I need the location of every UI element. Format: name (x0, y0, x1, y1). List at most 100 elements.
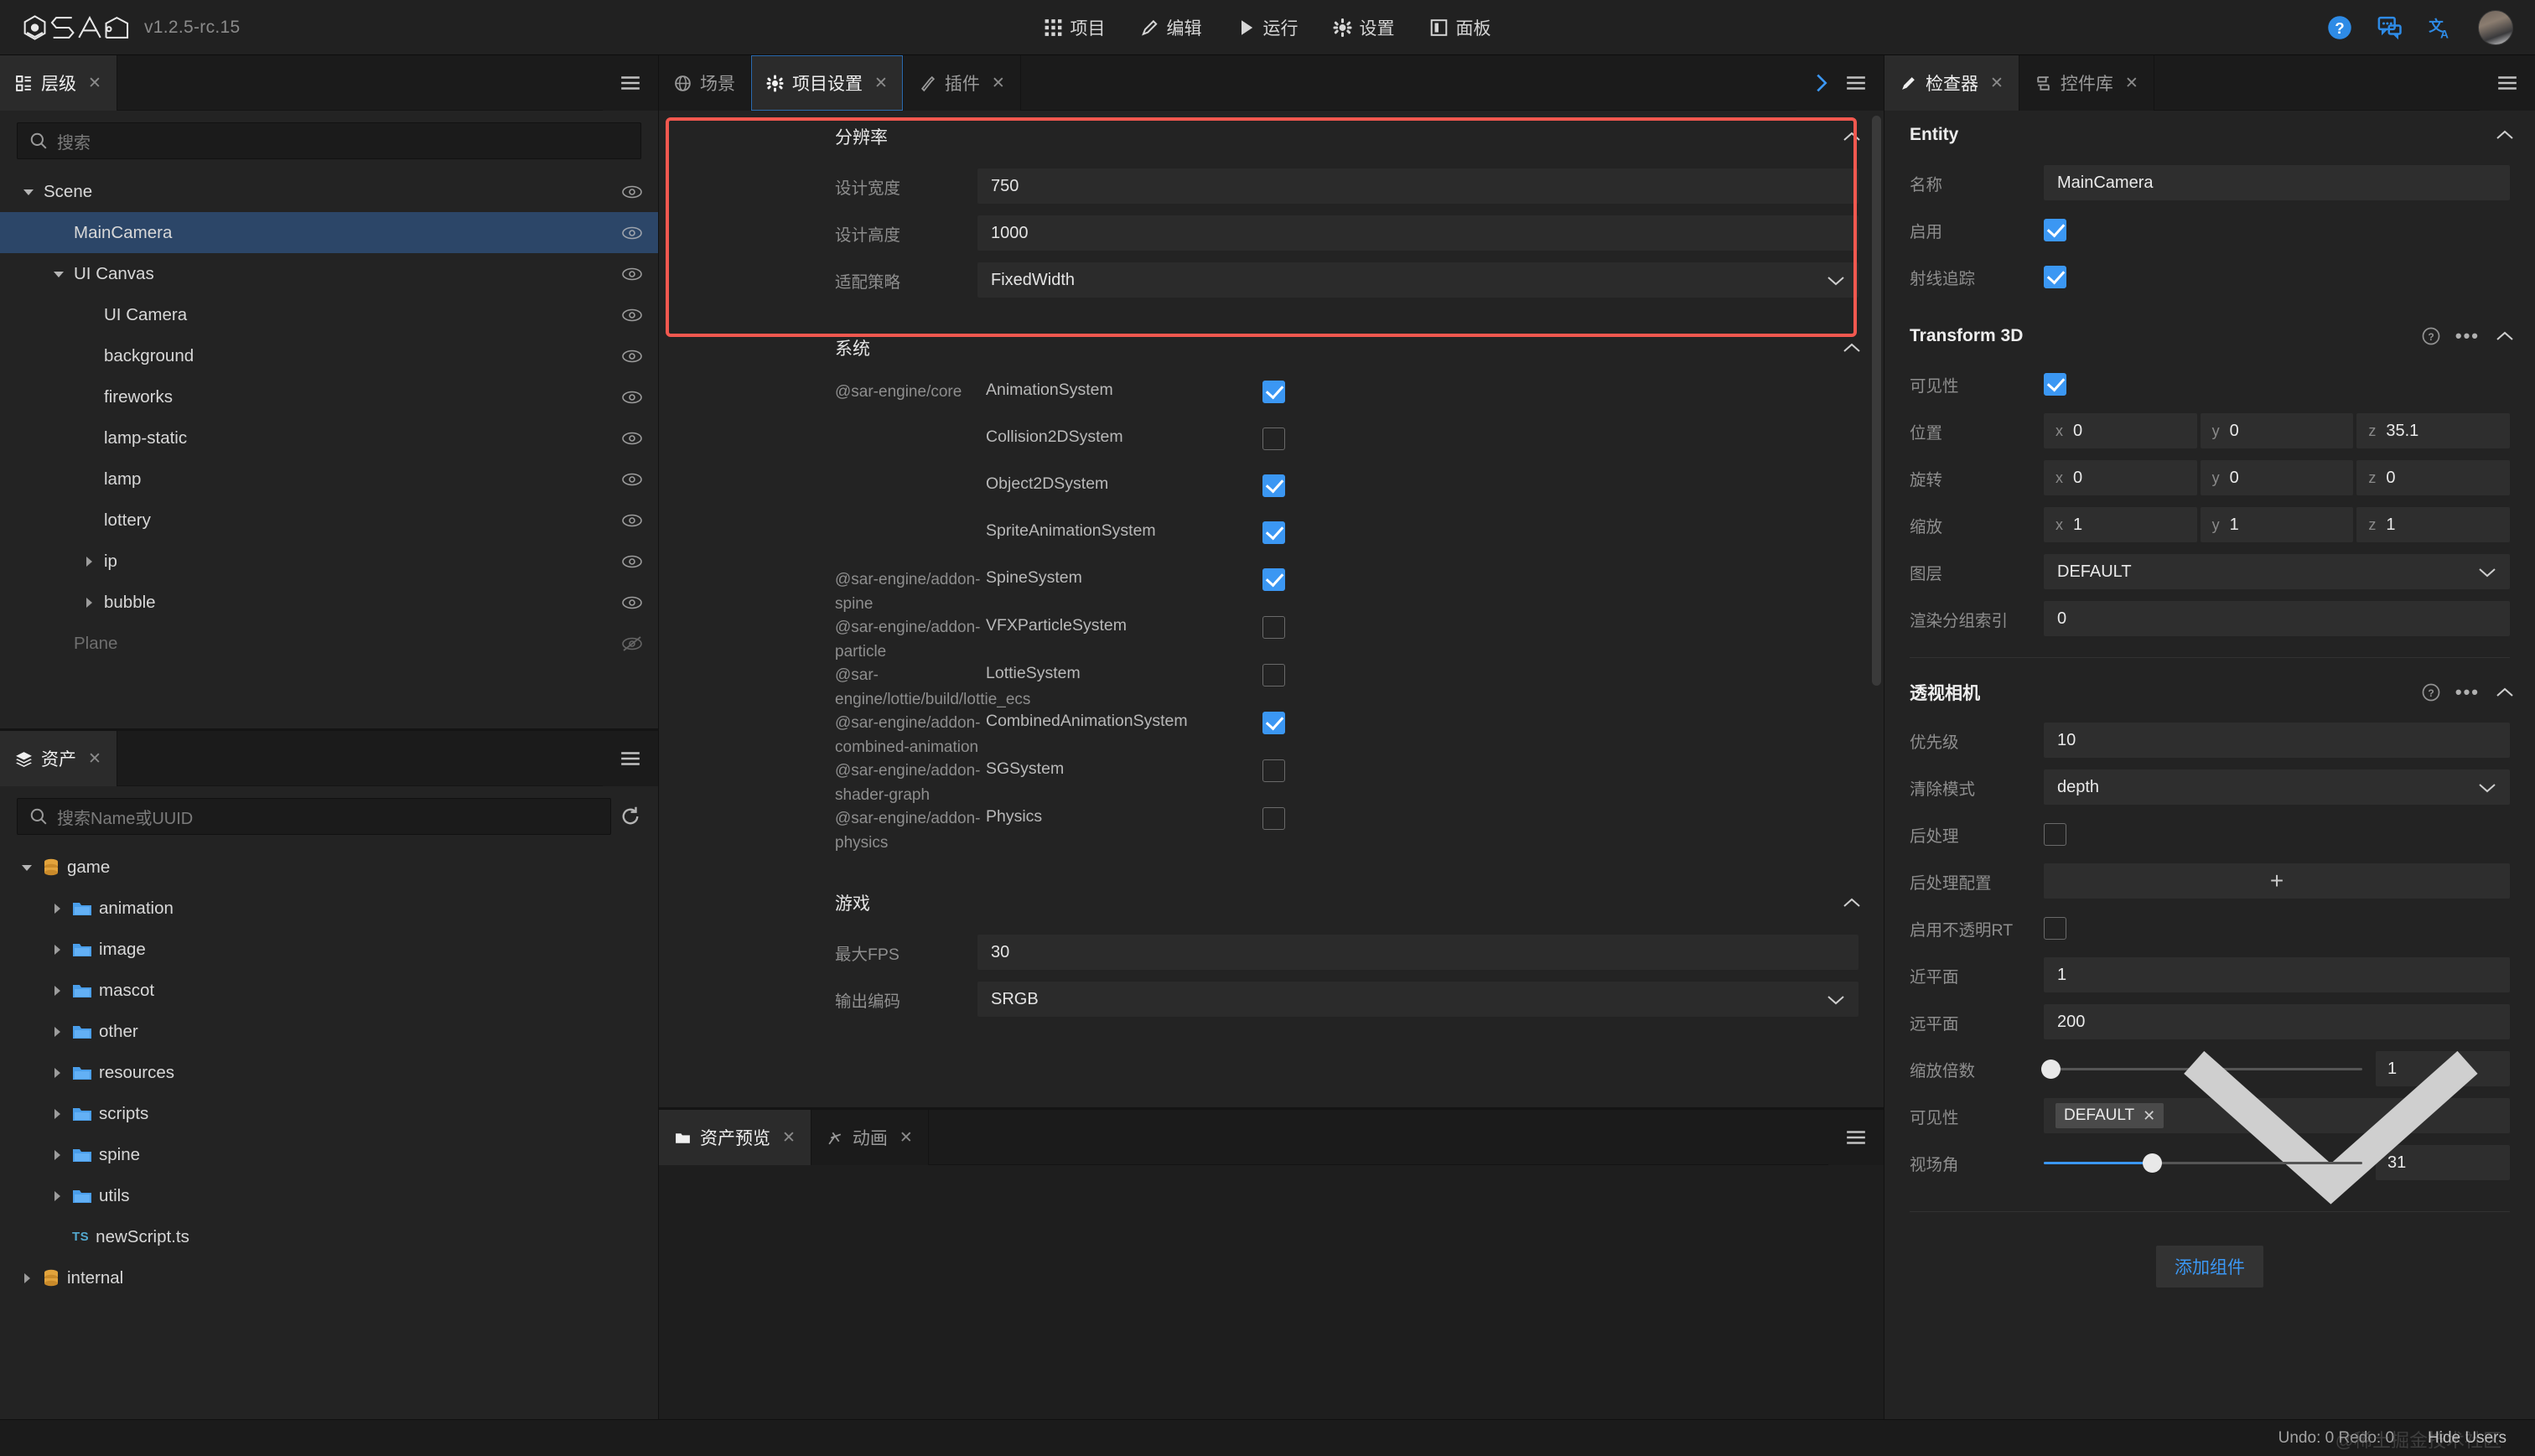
section-header-resolution[interactable]: 分辨率 (659, 111, 1884, 163)
camera-visibility-select[interactable]: DEFAULT ✕ (2044, 1051, 2510, 1205)
chat-icon[interactable] (2377, 15, 2403, 40)
tab-widget-library[interactable]: 控件库 ✕ (2019, 55, 2154, 111)
close-icon[interactable]: ✕ (2125, 74, 2138, 93)
tab-asset-preview[interactable]: 资产预览 ✕ (659, 1110, 811, 1165)
add-component-button[interactable]: 添加组件 (2156, 1246, 2263, 1288)
position-z-input[interactable]: z 35.1 (2356, 413, 2511, 448)
system-enable-checkbox[interactable] (1262, 474, 1285, 497)
asset-node[interactable]: game (0, 847, 658, 888)
hierarchy-node[interactable]: fireworks (0, 376, 658, 417)
section-header-game[interactable]: 游戏 (659, 877, 1884, 929)
chevron-right-icon[interactable] (1813, 72, 1830, 94)
asset-node[interactable]: other (0, 1011, 658, 1052)
menu-item-project[interactable]: 项目 (1041, 11, 1109, 44)
entity-name-input[interactable]: MainCamera (2044, 165, 2510, 200)
close-icon[interactable]: ✕ (782, 1128, 796, 1148)
system-enable-checkbox[interactable] (1262, 759, 1285, 782)
entity-enable-checkbox[interactable] (2044, 218, 2066, 241)
hamburger-icon[interactable] (2496, 75, 2518, 91)
system-enable-checkbox[interactable] (1262, 381, 1285, 403)
rotation-y-input[interactable]: y0 (2200, 460, 2354, 495)
chip-remove-icon[interactable]: ✕ (2143, 1107, 2155, 1125)
settings-scroll-area[interactable]: 分辨率 设计宽度 750 设计高度 1000 适配策略 FixedWidth 系统 @sa… (659, 111, 1884, 1107)
hierarchy-search-input[interactable]: 搜索 (17, 122, 641, 159)
more-options-icon[interactable]: ••• (2455, 325, 2480, 347)
scale-z-input[interactable]: z1 (2356, 507, 2511, 542)
help-icon[interactable]: ? (2327, 15, 2352, 40)
slider-knob[interactable] (2143, 1153, 2163, 1173)
menu-item-settings[interactable]: 设置 (1330, 11, 1398, 44)
hamburger-icon[interactable] (619, 75, 641, 91)
asset-node[interactable]: resources (0, 1052, 658, 1093)
settings-scrollbar[interactable] (1872, 116, 1881, 686)
close-icon[interactable]: ✕ (874, 74, 888, 93)
close-icon[interactable]: ✕ (88, 74, 101, 93)
menu-item-panel[interactable]: 面板 (1427, 11, 1495, 44)
hamburger-icon[interactable] (619, 750, 641, 767)
tab-assets[interactable]: 资产 ✕ (0, 731, 117, 786)
tab-plugins[interactable]: 插件 ✕ (903, 55, 1021, 111)
slider-knob[interactable] (2040, 1059, 2061, 1079)
close-icon[interactable]: ✕ (899, 1128, 913, 1148)
chevron-up-icon[interactable] (1842, 131, 1862, 142)
translate-icon[interactable]: 文 A (2428, 15, 2453, 40)
camera-post-checkbox[interactable] (2044, 822, 2066, 846)
hierarchy-node[interactable]: ip (0, 541, 658, 582)
refresh-icon[interactable] (619, 806, 641, 827)
chevron-up-icon[interactable] (1842, 897, 1862, 909)
hierarchy-node[interactable]: UI Camera (0, 294, 658, 335)
hierarchy-node[interactable]: Scene (0, 171, 658, 212)
chevron-up-icon[interactable] (2495, 330, 2515, 342)
setting-input[interactable]: 1000 (977, 215, 1858, 251)
setting-select[interactable]: FixedWidth (977, 262, 1858, 298)
asset-node[interactable]: utils (0, 1175, 658, 1216)
close-icon[interactable]: ✕ (88, 749, 101, 769)
hierarchy-node[interactable]: lamp (0, 459, 658, 500)
section-header-entity[interactable]: Entity (1884, 111, 2535, 159)
close-icon[interactable]: ✕ (992, 74, 1005, 93)
camera-near-input[interactable]: 1 (2044, 957, 2510, 992)
tab-animation[interactable]: 动画 ✕ (811, 1110, 929, 1165)
setting-select[interactable]: SRGB (977, 982, 1858, 1017)
section-header-transform[interactable]: Transform 3D ? ••• (1884, 312, 2535, 360)
camera-priority-input[interactable]: 10 (2044, 723, 2510, 758)
tab-hierarchy[interactable]: 层级 ✕ (0, 55, 117, 111)
position-y-input[interactable]: y0 (2200, 413, 2354, 448)
hierarchy-node[interactable]: MainCamera (0, 212, 658, 253)
section-header-camera[interactable]: 透视相机 ? ••• (1884, 668, 2535, 717)
hierarchy-node[interactable]: Plane (0, 623, 658, 664)
chevron-up-icon[interactable] (2495, 687, 2515, 698)
hierarchy-node[interactable]: background (0, 335, 658, 376)
system-enable-checkbox[interactable] (1262, 521, 1285, 544)
section-header-systems[interactable]: 系统 (659, 322, 1884, 374)
asset-node[interactable]: animation (0, 888, 658, 929)
asset-node[interactable]: mascot (0, 970, 658, 1011)
scale-y-input[interactable]: y1 (2200, 507, 2354, 542)
entity-raycast-checkbox[interactable] (2044, 265, 2066, 288)
asset-node[interactable]: image (0, 929, 658, 970)
more-options-icon[interactable]: ••• (2455, 681, 2480, 703)
transform-layer-select[interactable]: DEFAULT (2044, 554, 2510, 589)
setting-input[interactable]: 750 (977, 168, 1858, 204)
chevron-up-icon[interactable] (2495, 129, 2515, 141)
asset-node[interactable]: internal (0, 1257, 658, 1298)
visibility-chip[interactable]: DEFAULT ✕ (2055, 1103, 2164, 1128)
system-enable-checkbox[interactable] (1262, 427, 1285, 450)
menu-item-edit[interactable]: 编辑 (1138, 11, 1205, 44)
hierarchy-node[interactable]: lamp-static (0, 417, 658, 459)
camera-clear-mode-select[interactable]: depth (2044, 769, 2510, 805)
transform-visible-checkbox[interactable] (2044, 372, 2066, 396)
close-icon[interactable]: ✕ (1990, 74, 2004, 93)
hierarchy-node[interactable]: bubble (0, 582, 658, 623)
system-enable-checkbox[interactable] (1262, 616, 1285, 639)
help-circle-icon[interactable]: ? (2422, 683, 2440, 702)
asset-node[interactable]: spine (0, 1134, 658, 1175)
help-circle-icon[interactable]: ? (2422, 327, 2440, 345)
system-enable-checkbox[interactable] (1262, 807, 1285, 830)
hierarchy-node[interactable]: lottery (0, 500, 658, 541)
system-enable-checkbox[interactable] (1262, 664, 1285, 687)
hamburger-icon[interactable] (1845, 1129, 1867, 1146)
rotation-x-input[interactable]: x0 (2044, 460, 2197, 495)
avatar[interactable] (2478, 9, 2513, 45)
hamburger-icon[interactable] (1845, 75, 1867, 91)
